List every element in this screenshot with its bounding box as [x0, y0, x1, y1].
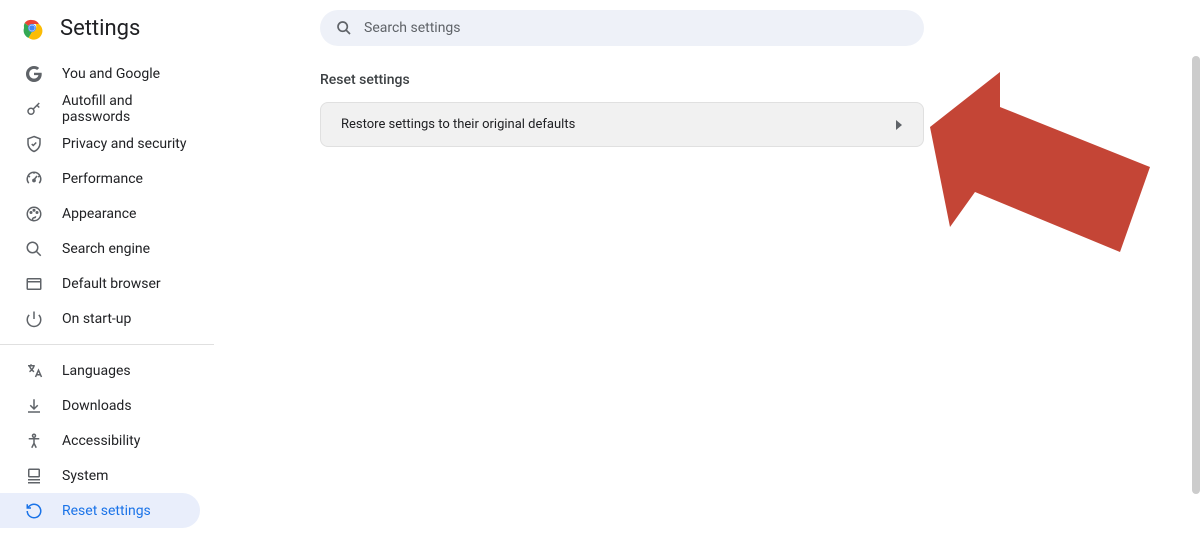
sidebar-item-label: Performance	[62, 171, 143, 187]
section-title: Reset settings	[320, 72, 924, 88]
sidebar-item-you-and-google[interactable]: You and Google	[0, 56, 200, 91]
sidebar-item-reset-settings[interactable]: Reset settings	[0, 493, 200, 528]
reset-icon	[24, 501, 44, 521]
sidebar-item-languages[interactable]: Languages	[0, 353, 200, 388]
sidebar-item-performance[interactable]: Performance	[0, 161, 200, 196]
sidebar-item-system[interactable]: System	[0, 458, 200, 493]
paint-icon	[24, 204, 44, 224]
system-icon	[24, 466, 44, 486]
sidebar-item-accessibility[interactable]: Accessibility	[0, 423, 200, 458]
accessibility-icon	[24, 431, 44, 451]
chevron-right-icon	[895, 120, 903, 130]
sidebar-divider	[0, 344, 214, 345]
sidebar-item-search-engine[interactable]: Search engine	[0, 231, 200, 266]
sidebar-item-downloads[interactable]: Downloads	[0, 388, 200, 423]
sidebar-item-label: Search engine	[62, 241, 150, 257]
restore-defaults-row[interactable]: Restore settings to their original defau…	[320, 102, 924, 147]
search-input[interactable]	[364, 20, 908, 36]
download-icon	[24, 396, 44, 416]
sidebar-item-label: Default browser	[62, 276, 161, 292]
sidebar: You and Google Autofill and passwords Pr…	[0, 56, 214, 534]
sidebar-item-privacy[interactable]: Privacy and security	[0, 126, 200, 161]
sidebar-scrollbar[interactable]	[1192, 56, 1200, 534]
sidebar-item-appearance[interactable]: Appearance	[0, 196, 200, 231]
sidebar-item-label: Autofill and passwords	[62, 93, 188, 125]
page-title: Settings	[60, 16, 140, 41]
search-engine-icon	[24, 239, 44, 259]
sidebar-item-label: Privacy and security	[62, 136, 186, 152]
browser-icon	[24, 274, 44, 294]
search-icon	[336, 20, 352, 36]
sidebar-item-label: Reset settings	[62, 503, 151, 519]
sidebar-item-label: You and Google	[62, 66, 160, 82]
shield-icon	[24, 134, 44, 154]
option-label: Restore settings to their original defau…	[341, 117, 575, 132]
sidebar-item-label: Languages	[62, 363, 131, 379]
google-icon	[24, 64, 44, 84]
main-content: Reset settings Restore settings to their…	[320, 72, 924, 147]
search-bar[interactable]	[320, 10, 924, 46]
speedometer-icon	[24, 169, 44, 189]
sidebar-item-startup[interactable]: On start-up	[0, 301, 200, 336]
scrollbar-thumb[interactable]	[1192, 56, 1200, 494]
sidebar-item-label: On start-up	[62, 311, 131, 327]
chrome-logo-icon	[20, 16, 44, 40]
sidebar-item-label: Accessibility	[62, 433, 140, 449]
sidebar-item-label: Appearance	[62, 206, 136, 222]
sidebar-item-default-browser[interactable]: Default browser	[0, 266, 200, 301]
sidebar-item-label: Downloads	[62, 398, 132, 414]
annotation-arrow-icon	[920, 72, 1170, 292]
power-icon	[24, 309, 44, 329]
translate-icon	[24, 361, 44, 381]
sidebar-item-autofill[interactable]: Autofill and passwords	[0, 91, 200, 126]
sidebar-item-label: System	[62, 468, 108, 484]
key-icon	[24, 99, 44, 119]
